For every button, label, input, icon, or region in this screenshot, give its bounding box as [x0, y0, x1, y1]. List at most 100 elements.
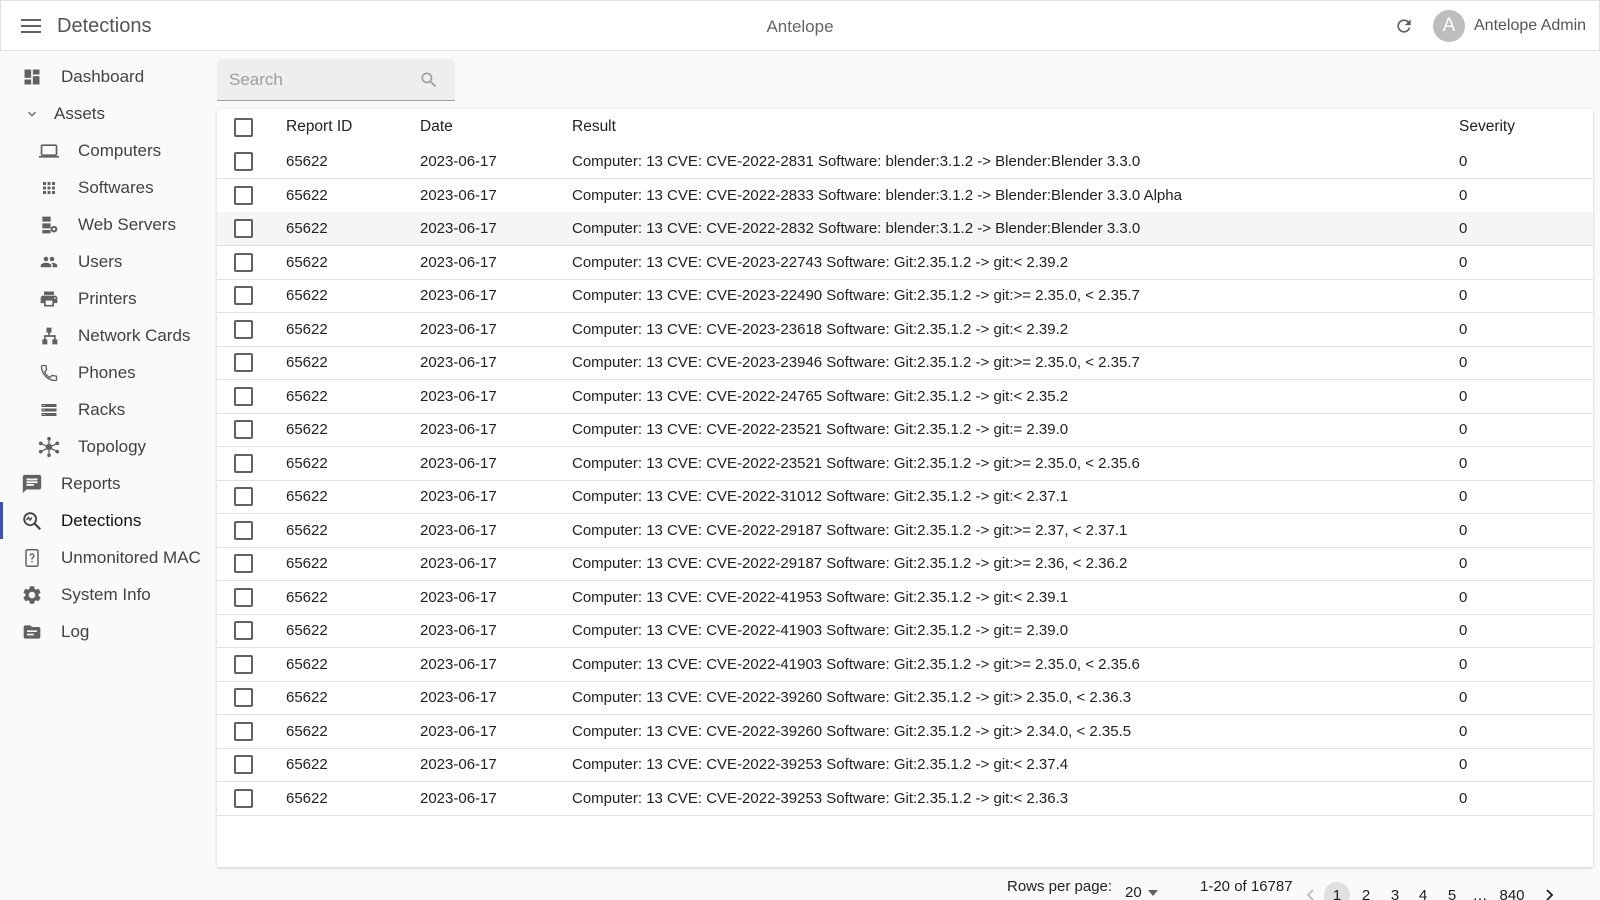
- column-header-result[interactable]: Result: [572, 109, 616, 145]
- table-row[interactable]: 65622 2023-06-17 Computer: 13 CVE: CVE-202…: [217, 145, 1593, 179]
- sidebar-item-computers[interactable]: Computers: [0, 132, 215, 169]
- row-checkbox[interactable]: [234, 453, 253, 473]
- row-checkbox[interactable]: [234, 286, 253, 305]
- row-checkbox[interactable]: [234, 252, 253, 272]
- folder-icon: [20, 620, 44, 644]
- sidebar-item-topology[interactable]: Topology: [0, 428, 215, 465]
- page-button[interactable]: 1: [1324, 882, 1350, 900]
- table-row[interactable]: 65622 2023-06-17 Computer: 13 CVE: CVE-202…: [217, 179, 1593, 213]
- previous-page-icon[interactable]: [1297, 882, 1323, 900]
- table-row[interactable]: 65622 2023-06-17 Computer: 13 CVE: CVE-202…: [217, 380, 1593, 414]
- table-row[interactable]: 65622 2023-06-17 Computer: 13 CVE: CVE-202…: [217, 547, 1593, 581]
- row-checkbox[interactable]: [234, 319, 253, 339]
- sidebar-item-racks[interactable]: Racks: [0, 391, 215, 428]
- table-row[interactable]: 65622 2023-06-17 Computer: 13 CVE: CVE-202…: [217, 614, 1593, 648]
- date-cell: 2023-06-17: [420, 421, 497, 438]
- column-header-report-id[interactable]: Report ID: [286, 109, 352, 145]
- table-row[interactable]: 65622 2023-06-17 Computer: 13 CVE: CVE-202…: [217, 648, 1593, 682]
- row-checkbox[interactable]: [234, 554, 253, 573]
- table-row[interactable]: 65622 2023-06-17 Computer: 13 CVE: CVE-202…: [217, 313, 1593, 347]
- row-checkbox[interactable]: [234, 788, 253, 808]
- date-cell: 2023-06-17: [420, 756, 497, 773]
- row-checkbox-cell: [234, 279, 258, 312]
- row-checkbox[interactable]: [234, 520, 253, 540]
- table-row[interactable]: 65622 2023-06-17 Computer: 13 CVE: CVE-202…: [217, 279, 1593, 313]
- menu-icon[interactable]: [19, 14, 43, 38]
- column-header-date[interactable]: Date: [420, 109, 453, 145]
- search-input[interactable]: [229, 67, 409, 93]
- table-row[interactable]: 65622 2023-06-17 Computer: 13 CVE: CVE-202…: [217, 346, 1593, 380]
- row-checkbox[interactable]: [234, 587, 253, 607]
- sidebar-item-label: Assets: [54, 103, 106, 123]
- page-button[interactable]: 5: [1439, 882, 1465, 900]
- table-row[interactable]: 65622 2023-06-17 Computer: 13 CVE: CVE-202…: [217, 447, 1593, 481]
- avatar[interactable]: A: [1433, 10, 1465, 42]
- sidebar: Dashboard Assets Computers Softwares Web…: [0, 51, 215, 900]
- row-checkbox[interactable]: [234, 621, 253, 640]
- sidebar-item-phones[interactable]: Phones: [0, 354, 215, 391]
- row-checkbox[interactable]: [234, 185, 253, 205]
- date-cell: 2023-06-17: [420, 287, 497, 304]
- sidebar-item-label: Network Cards: [78, 325, 191, 345]
- table-row[interactable]: 65622 2023-06-17 Computer: 13 CVE: CVE-202…: [217, 782, 1593, 816]
- table-row[interactable]: 65622 2023-06-17 Computer: 13 CVE: CVE-202…: [217, 212, 1593, 246]
- table-row[interactable]: 65622 2023-06-17 Computer: 13 CVE: CVE-202…: [217, 246, 1593, 280]
- page-button[interactable]: 840: [1494, 882, 1530, 900]
- table-header-row: Report ID Date Result Severity: [217, 109, 1593, 145]
- table-row[interactable]: 65622 2023-06-17 Computer: 13 CVE: CVE-202…: [217, 581, 1593, 615]
- gear-icon: [20, 583, 44, 607]
- result-cell: Computer: 13 CVE: CVE-2022-2832 Software…: [572, 220, 1141, 237]
- sidebar-item-softwares[interactable]: Softwares: [0, 169, 215, 206]
- row-checkbox[interactable]: [234, 420, 253, 439]
- rows-per-page-select[interactable]: 20: [1125, 884, 1158, 900]
- sidebar-item-assets[interactable]: Assets: [0, 95, 215, 132]
- sidebar-item-system-info[interactable]: System Info: [0, 576, 215, 613]
- table-row[interactable]: 65622 2023-06-17 Computer: 13 CVE: CVE-202…: [217, 480, 1593, 514]
- row-checkbox-cell: [234, 179, 258, 212]
- date-cell: 2023-06-17: [420, 622, 497, 639]
- result-cell: Computer: 13 CVE: CVE-2022-31012 Softwar…: [572, 488, 1069, 505]
- select-all-checkbox[interactable]: [234, 117, 253, 137]
- result-cell: Computer: 13 CVE: CVE-2022-29187 Softwar…: [572, 555, 1128, 572]
- user-name[interactable]: Antelope Admin: [1474, 17, 1586, 35]
- sidebar-item-dashboard[interactable]: Dashboard: [0, 58, 215, 95]
- row-checkbox[interactable]: [234, 487, 253, 506]
- page-button[interactable]: 4: [1410, 882, 1436, 900]
- table-row[interactable]: 65622 2023-06-17 Computer: 13 CVE: CVE-202…: [217, 413, 1593, 447]
- page-button[interactable]: 3: [1382, 882, 1408, 900]
- row-checkbox[interactable]: [234, 152, 253, 171]
- report-id-cell: 65622: [286, 421, 328, 438]
- table-row[interactable]: 65622 2023-06-17 Computer: 13 CVE: CVE-202…: [217, 681, 1593, 715]
- table-row[interactable]: 65622 2023-06-17 Computer: 13 CVE: CVE-202…: [217, 748, 1593, 782]
- result-cell: Computer: 13 CVE: CVE-2022-39260 Softwar…: [572, 689, 1132, 706]
- sidebar-item-log[interactable]: Log: [0, 613, 215, 650]
- sidebar-item-reports[interactable]: Reports: [0, 465, 215, 502]
- row-checkbox[interactable]: [234, 386, 253, 406]
- sidebar-item-printers[interactable]: Printers: [0, 280, 215, 317]
- table-row[interactable]: 65622 2023-06-17 Computer: 13 CVE: CVE-202…: [217, 715, 1593, 749]
- row-checkbox[interactable]: [234, 654, 253, 674]
- row-checkbox[interactable]: [234, 219, 253, 238]
- row-checkbox[interactable]: [234, 721, 253, 741]
- next-page-icon[interactable]: [1537, 882, 1563, 900]
- row-checkbox-cell: [234, 514, 258, 547]
- chevron-down-icon: [20, 102, 44, 126]
- row-checkbox[interactable]: [234, 755, 253, 774]
- severity-cell: 0: [1459, 555, 1468, 572]
- sidebar-item-network-cards[interactable]: Network Cards: [0, 317, 215, 354]
- table-row[interactable]: 65622 2023-06-17 Computer: 13 CVE: CVE-202…: [217, 514, 1593, 548]
- search-icon[interactable]: [417, 68, 441, 92]
- report-id-cell: 65622: [286, 655, 328, 673]
- sidebar-item-detections[interactable]: Detections: [0, 502, 215, 539]
- column-header-severity[interactable]: Severity: [1459, 109, 1515, 145]
- date-cell: 2023-06-17: [420, 153, 497, 170]
- report-id-cell: 65622: [286, 488, 328, 505]
- row-checkbox[interactable]: [234, 688, 253, 707]
- sidebar-item-users[interactable]: Users: [0, 243, 215, 280]
- sidebar-item-unmonitored-mac[interactable]: Unmonitored MAC: [0, 539, 215, 576]
- refresh-icon[interactable]: [1392, 14, 1416, 38]
- row-checkbox[interactable]: [234, 353, 253, 372]
- result-cell: Computer: 13 CVE: CVE-2022-39260 Softwar…: [572, 722, 1132, 740]
- sidebar-item-web-servers[interactable]: Web Servers: [0, 206, 215, 243]
- page-button[interactable]: 2: [1353, 882, 1379, 900]
